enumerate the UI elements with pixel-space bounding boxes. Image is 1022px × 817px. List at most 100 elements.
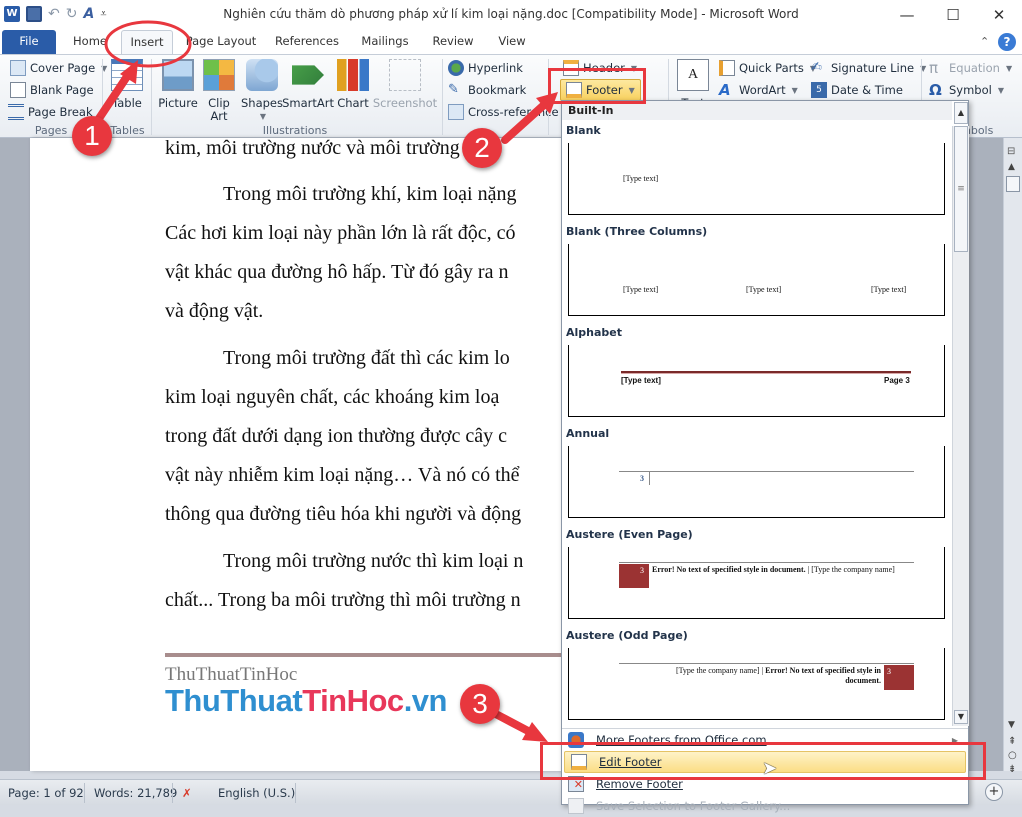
symbol-button[interactable]: Ω Symbol ▼: [929, 80, 1004, 100]
scroll-thumb[interactable]: [1006, 176, 1020, 192]
quick-parts-button[interactable]: Quick Parts ▼: [719, 58, 816, 78]
group-label-illustrations: Illustrations: [262, 124, 328, 137]
scroll-up-icon[interactable]: ▲: [1008, 162, 1015, 172]
clip-art-button[interactable]: Clip Art: [203, 59, 235, 123]
equation-button[interactable]: π Equation ▼: [929, 58, 1012, 78]
gallery-item-label: Blank (Three Columns): [566, 225, 708, 238]
doc-line: chất... Trong ba môi trường thì môi trườ…: [165, 589, 521, 611]
doc-line: vật này nhiễm kim loại nặng… Và nó có th…: [165, 464, 520, 486]
browse-object-icon[interactable]: ○: [1008, 750, 1017, 761]
shapes-icon: [246, 59, 278, 91]
page-break-icon: [8, 104, 24, 120]
cover-page-button[interactable]: Cover Page ▼: [10, 58, 107, 78]
smartart-button[interactable]: SmartArt: [282, 59, 334, 110]
maximize-button[interactable]: ☐: [930, 0, 976, 30]
tab-view[interactable]: View: [496, 30, 528, 54]
text-box-icon: A: [677, 59, 709, 91]
page-count[interactable]: Page: 1 of 92: [8, 786, 84, 800]
clip-art-icon: [203, 59, 235, 91]
ruler-toggle-icon[interactable]: ⊟: [1007, 146, 1015, 157]
doc-line: Các hơi kim loại này phần lớn là rất độc…: [165, 222, 516, 244]
wordart-button[interactable]: A WordArt ▼: [719, 80, 798, 100]
step-badge-1: 1: [72, 116, 112, 156]
doc-line: trong đất dưới dạng ion thường được cây …: [165, 425, 507, 447]
gallery-item-annual[interactable]: 3: [568, 446, 945, 518]
hyperlink-button[interactable]: Hyperlink: [448, 58, 523, 78]
doc-line: và động vật.: [165, 300, 264, 322]
word-count[interactable]: Words: 21,789: [94, 786, 177, 800]
gallery-item-label: Blank: [566, 124, 601, 137]
picture-button[interactable]: Picture: [158, 59, 198, 110]
gallery-item-blank[interactable]: [Type text]: [568, 143, 945, 215]
help-icon[interactable]: ?: [998, 33, 1016, 51]
table-button[interactable]: Table: [108, 59, 146, 110]
gallery-item-austere-odd[interactable]: [Type the company name] | Error! No text…: [568, 648, 945, 720]
tab-review[interactable]: Review: [432, 30, 474, 54]
doc-line: Trong môi trường khí, kim loại nặng: [223, 183, 517, 205]
gallery-scroll-up-icon[interactable]: ▲: [954, 102, 968, 124]
tab-file[interactable]: File: [2, 30, 56, 54]
group-label-pages: Pages: [34, 124, 68, 137]
tab-references[interactable]: References: [275, 30, 339, 54]
shapes-button[interactable]: Shapes ▼: [240, 59, 284, 123]
step-badge-3: 3: [460, 684, 500, 724]
chart-button[interactable]: Chart: [336, 59, 370, 110]
gallery-item-label: Austere (Even Page): [566, 528, 693, 541]
blank-page-icon: [10, 82, 26, 98]
chart-icon: [337, 59, 369, 91]
omega-icon: Ω: [929, 81, 942, 99]
title-bar: W ↶ ↻ A ⩡ Nghiên cứu thăm dò phương pháp…: [0, 0, 1022, 30]
ribbon-tabs: File Home Insert Page Layout References …: [0, 30, 1022, 54]
proofing-error-icon[interactable]: ✗: [182, 786, 192, 800]
gallery-item-label: Annual: [566, 427, 610, 440]
doc-line: Trong môi trường nước thì kim loại n: [223, 550, 524, 572]
zoom-in-button[interactable]: +: [985, 783, 1003, 801]
date-time-icon: 5: [811, 82, 827, 98]
cross-reference-button[interactable]: Cross-reference: [448, 102, 559, 122]
close-button[interactable]: ✕: [976, 0, 1022, 30]
next-page-icon[interactable]: ⇟: [1008, 764, 1016, 775]
doc-line: vật khác qua đường hô hấp. Từ đó gây ra …: [165, 261, 509, 283]
gallery-scroll-down-icon[interactable]: ▼: [954, 710, 968, 724]
bookmark-button[interactable]: ✎ Bookmark: [448, 80, 526, 100]
language[interactable]: English (U.S.): [218, 786, 295, 800]
gallery-item-blank-three-columns[interactable]: [Type text] [Type text] [Type text]: [568, 244, 945, 316]
smartart-icon: [292, 65, 324, 85]
scroll-down-icon[interactable]: ▼: [1008, 720, 1015, 730]
screenshot-button[interactable]: Screenshot: [373, 59, 437, 110]
table-icon: [111, 59, 143, 91]
save-selection-icon: [568, 798, 584, 814]
hyperlink-icon: [448, 60, 464, 76]
watermark-logo: ThuThuatTinHoc.vn: [165, 683, 447, 718]
vertical-scrollbar[interactable]: ⊟ ▲ ▼ ⇞ ○ ⇟: [1003, 138, 1022, 775]
gallery-item-austere-even[interactable]: 3 Error! No text of specified style in d…: [568, 547, 945, 619]
doc-line: kim loại nguyên chất, các khoáng kim loạ: [165, 386, 500, 408]
gallery-scroll-thumb[interactable]: ≡: [954, 126, 968, 252]
doc-line: Trong môi trường đất thì các kim lo: [223, 347, 510, 369]
tab-home[interactable]: Home: [70, 30, 110, 54]
date-time-button[interactable]: 5 Date & Time: [811, 80, 903, 100]
tab-page-layout[interactable]: Page Layout: [185, 30, 257, 54]
screenshot-icon: [389, 59, 421, 91]
cross-reference-icon: [448, 104, 464, 120]
picture-icon: [162, 59, 194, 91]
minimize-button[interactable]: —: [884, 0, 930, 30]
gallery-item-alphabet[interactable]: [Type text] Page 3: [568, 345, 945, 417]
highlight-box-footer: [548, 68, 646, 104]
tab-mailings[interactable]: Mailings: [360, 30, 410, 54]
pi-icon: π: [929, 59, 939, 77]
gallery-item-label: Austere (Odd Page): [566, 629, 688, 642]
tab-insert[interactable]: Insert: [121, 30, 173, 54]
footer-rule: [165, 653, 565, 657]
previous-page-icon[interactable]: ⇞: [1008, 736, 1016, 747]
menu-item-save-selection[interactable]: Save Selection to Footer Gallery...: [562, 795, 968, 817]
highlight-box-edit-footer: [540, 742, 986, 780]
gallery-scrollbar[interactable]: ▲ ≡ ▼: [952, 102, 969, 726]
signature-line-button[interactable]: ✍ Signature Line ▼: [811, 58, 926, 78]
cover-page-icon: [10, 60, 26, 76]
wordart-icon: A: [719, 81, 731, 99]
bookmark-icon: ✎: [448, 82, 459, 97]
window-title: Nghiên cứu thăm dò phương pháp xử lí kim…: [223, 7, 799, 21]
blank-page-button[interactable]: Blank Page: [10, 80, 94, 100]
minimize-ribbon-icon[interactable]: ⌃: [980, 35, 989, 48]
